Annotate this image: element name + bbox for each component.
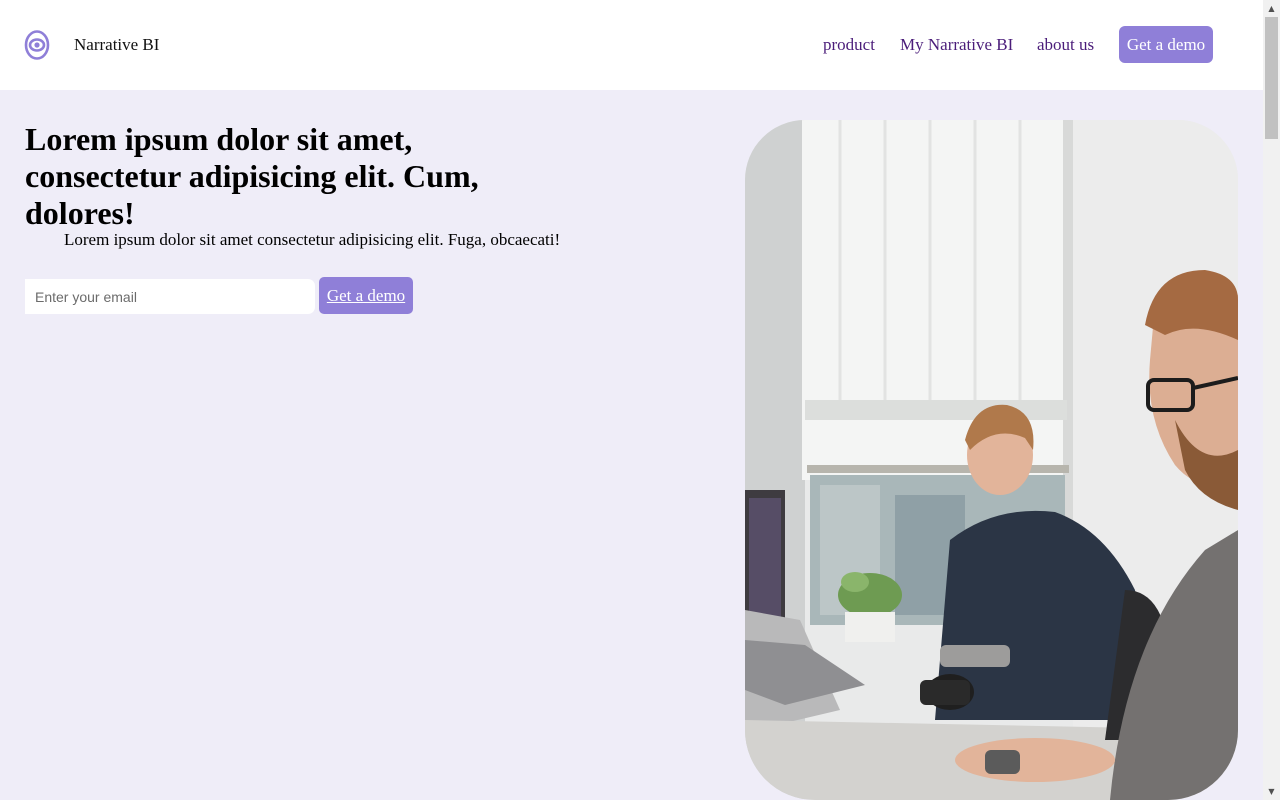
site-header: Narrative BI product My Narrative BI abo… [0, 0, 1263, 90]
hero-title: Lorem ipsum dolor sit amet, consectetur … [25, 121, 479, 231]
hero-get-demo-button[interactable]: Get a demo [319, 277, 413, 314]
hero-section: Lorem ipsum dolor sit amet, consectetur … [0, 90, 1263, 800]
header-get-demo-button[interactable]: Get a demo [1119, 26, 1213, 63]
nav-link-product[interactable]: product [823, 35, 875, 55]
hero-office-photo [745, 120, 1238, 800]
narrative-bi-logo-icon[interactable] [24, 29, 50, 61]
scrollbar-thumb[interactable] [1265, 17, 1278, 139]
scroll-up-arrow-icon[interactable]: ▲ [1263, 0, 1280, 17]
nav-link-my-narrative-bi[interactable]: My Narrative BI [900, 35, 1013, 55]
scroll-down-arrow-icon[interactable]: ▼ [1263, 783, 1280, 800]
brand-name[interactable]: Narrative BI [74, 35, 159, 55]
nav-link-about-us[interactable]: about us [1037, 35, 1094, 55]
email-input[interactable] [25, 279, 315, 314]
hero-subtitle: Lorem ipsum dolor sit amet consectetur a… [64, 230, 561, 249]
vertical-scrollbar[interactable]: ▲ ▼ [1263, 0, 1280, 800]
